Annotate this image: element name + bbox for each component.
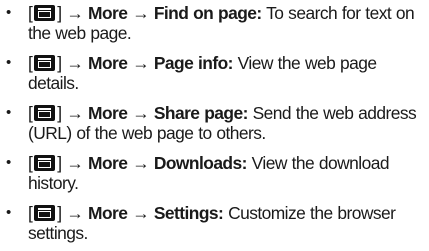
close-bracket: ]: [57, 203, 62, 223]
bullet: •: [6, 4, 11, 21]
item-text: [] → More → Settings: Customize the brow…: [28, 203, 426, 243]
bullet: •: [6, 154, 11, 171]
close-bracket: ]: [57, 3, 62, 23]
close-bracket: ]: [57, 103, 62, 123]
close-bracket: ]: [57, 153, 62, 173]
item-line-2: settings.: [28, 223, 88, 243]
bullet: •: [6, 204, 11, 221]
item-line-2: details.: [28, 73, 79, 93]
item-line-1: [] → More → Share page: Send the web add…: [28, 103, 426, 123]
bullet: •: [6, 54, 11, 71]
description: View the download: [246, 153, 390, 173]
description: To search for text on: [261, 3, 415, 23]
open-bracket: [: [28, 103, 33, 123]
item-text: [] → More → Find on page: To search for …: [28, 3, 426, 43]
arrow: →: [66, 203, 84, 223]
item-line-1: [] → More → Page info: View the web page: [28, 53, 426, 73]
item-text: [] → More → Share page: Send the web add…: [28, 103, 426, 143]
more-label: More: [88, 3, 128, 23]
more-label: More: [88, 153, 128, 173]
arrow: →: [132, 3, 150, 23]
arrow: →: [132, 53, 150, 73]
item-line-2: history.: [28, 173, 79, 193]
arrow: →: [66, 53, 84, 73]
arrow: →: [132, 203, 150, 223]
more-label: More: [88, 53, 128, 73]
option-label: Settings:: [153, 203, 224, 223]
arrow: →: [66, 103, 84, 123]
close-bracket: ]: [57, 53, 62, 73]
description: Customize the browser: [223, 203, 396, 223]
arrow: →: [66, 153, 84, 173]
arrow: →: [66, 3, 84, 23]
option-label: Page info:: [153, 53, 234, 73]
item-line-2: (URL) of the web page to others.: [28, 123, 266, 143]
arrow: →: [132, 103, 150, 123]
item-line-1: [] → More → Downloads: View the download: [28, 153, 426, 173]
option-label: Find on page:: [153, 3, 262, 23]
menu-key-icon: [34, 205, 56, 221]
option-label: Share page:: [153, 103, 249, 123]
more-label: More: [88, 203, 128, 223]
bullet: •: [6, 104, 11, 121]
description: View the web page: [232, 53, 377, 73]
menu-key-icon: [34, 5, 56, 21]
open-bracket: [: [28, 203, 33, 223]
item-text: [] → More → Downloads: View the download…: [28, 153, 426, 193]
item-text: [] → More → Page info: View the web page…: [28, 53, 426, 93]
item-line-2: the web page.: [28, 23, 132, 43]
menu-key-icon: [34, 155, 56, 171]
description: Send the web address: [247, 103, 417, 123]
open-bracket: [: [28, 3, 33, 23]
item-line-1: [] → More → Find on page: To search for …: [28, 3, 426, 23]
arrow: →: [132, 153, 150, 173]
menu-key-icon: [34, 105, 56, 121]
open-bracket: [: [28, 53, 33, 73]
option-label: Downloads:: [153, 153, 248, 173]
menu-key-icon: [34, 55, 56, 71]
item-line-1: [] → More → Settings: Customize the brow…: [28, 203, 426, 223]
open-bracket: [: [28, 153, 33, 173]
more-label: More: [88, 103, 128, 123]
